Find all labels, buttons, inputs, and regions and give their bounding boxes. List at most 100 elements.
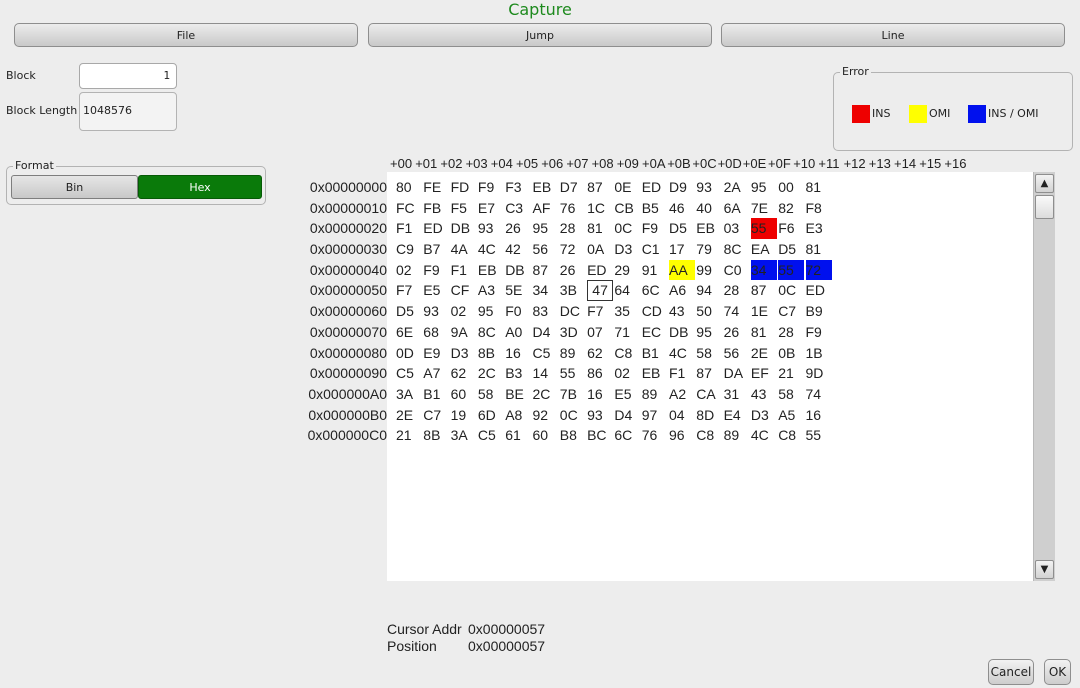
hex-byte[interactable]: 99 (696, 260, 722, 281)
hex-byte[interactable]: FC (396, 198, 422, 219)
hex-byte[interactable]: 00 (778, 177, 804, 198)
hex-byte[interactable]: 55 (778, 259, 805, 281)
hex-byte[interactable]: 81 (806, 177, 832, 198)
hex-byte[interactable]: AF (533, 198, 559, 219)
hex-byte[interactable]: C3 (505, 198, 531, 219)
hex-byte[interactable]: 76 (642, 425, 668, 446)
hex-byte[interactable]: 93 (587, 405, 613, 426)
hex-byte[interactable]: 55 (750, 218, 777, 240)
hex-byte[interactable]: C8 (696, 425, 722, 446)
hex-byte[interactable]: D3 (751, 405, 777, 426)
hex-byte[interactable]: 2A (724, 177, 750, 198)
hex-byte[interactable]: 3B (560, 280, 586, 301)
hex-byte[interactable]: 0C (778, 280, 804, 301)
hex-byte[interactable]: A3 (478, 280, 504, 301)
hex-byte[interactable]: A0 (505, 322, 531, 343)
hex-byte[interactable]: 0C (560, 405, 586, 426)
hex-byte[interactable]: B7 (423, 239, 449, 260)
hex-byte[interactable]: EB (478, 260, 504, 281)
hex-byte[interactable]: CB (614, 198, 640, 219)
hex-byte[interactable]: 72 (805, 259, 832, 281)
hex-byte[interactable]: 9A (451, 322, 477, 343)
hex-byte[interactable]: 8C (478, 322, 504, 343)
hex-byte[interactable]: 58 (696, 343, 722, 364)
hex-byte[interactable]: F8 (806, 198, 832, 219)
hex-byte[interactable]: 29 (614, 260, 640, 281)
line-button[interactable]: Line (721, 23, 1065, 47)
hex-byte[interactable]: 16 (505, 343, 531, 364)
hex-byte[interactable]: 93 (478, 218, 504, 239)
bin-button[interactable]: Bin (11, 175, 138, 199)
hex-byte[interactable]: 03 (724, 218, 750, 239)
hex-byte[interactable]: FB (423, 198, 449, 219)
hex-byte[interactable]: D3 (614, 239, 640, 260)
hex-byte[interactable]: 16 (806, 405, 832, 426)
block-input[interactable]: 1 (79, 63, 177, 89)
hex-byte[interactable]: 61 (505, 425, 531, 446)
hex-byte[interactable]: 71 (614, 322, 640, 343)
hex-byte[interactable]: D5 (778, 239, 804, 260)
hex-byte[interactable]: 87 (751, 280, 777, 301)
hex-byte[interactable]: 6D (478, 405, 504, 426)
hex-byte[interactable]: 86 (587, 363, 613, 384)
hex-byte[interactable]: 56 (533, 239, 559, 260)
hex-byte[interactable]: 95 (751, 177, 777, 198)
hex-byte[interactable]: 02 (451, 301, 477, 322)
hex-byte[interactable]: FE (423, 177, 449, 198)
hex-byte[interactable]: E3 (806, 218, 832, 239)
hex-byte[interactable]: 0B (778, 343, 804, 364)
hex-byte[interactable]: 89 (724, 425, 750, 446)
hex-byte[interactable]: 87 (696, 363, 722, 384)
hex-byte[interactable]: 9D (806, 363, 832, 384)
hex-byte[interactable]: 7E (751, 198, 777, 219)
hex-byte[interactable]: 43 (751, 384, 777, 405)
hex-byte[interactable]: 40 (696, 198, 722, 219)
hex-byte[interactable]: 26 (560, 260, 586, 281)
hex-byte[interactable]: 02 (396, 260, 422, 281)
hex-byte[interactable]: BE (505, 384, 531, 405)
hex-byte[interactable]: 2C (478, 363, 504, 384)
hex-byte[interactable]: 0C (614, 218, 640, 239)
hex-byte[interactable]: C7 (423, 405, 449, 426)
hex-byte[interactable]: 56 (724, 343, 750, 364)
hex-byte[interactable]: 93 (423, 301, 449, 322)
hex-byte[interactable]: 76 (560, 198, 586, 219)
hex-byte[interactable]: D5 (669, 218, 695, 239)
hex-byte[interactable]: A2 (669, 384, 695, 405)
hex-byte[interactable]: F1 (396, 218, 422, 239)
hex-byte[interactable]: CD (642, 301, 668, 322)
hex-byte[interactable]: 43 (669, 301, 695, 322)
hex-byte[interactable]: 2E (751, 343, 777, 364)
hex-byte[interactable]: 6A (724, 198, 750, 219)
hex-byte[interactable]: B5 (642, 198, 668, 219)
hex-byte[interactable]: 3A (451, 425, 477, 446)
hex-byte[interactable]: F6 (778, 218, 804, 239)
hex-byte[interactable]: C8 (778, 425, 804, 446)
hex-byte[interactable]: DB (505, 260, 531, 281)
hex-byte[interactable]: 4A (451, 239, 477, 260)
hex-byte[interactable]: F9 (423, 260, 449, 281)
hex-byte[interactable]: B9 (806, 301, 832, 322)
hex-byte[interactable]: 04 (669, 405, 695, 426)
hex-byte[interactable]: 97 (642, 405, 668, 426)
hex-byte[interactable]: A7 (423, 363, 449, 384)
hex-byte[interactable]: 8B (423, 425, 449, 446)
hex-byte[interactable]: 34 (750, 259, 777, 281)
hex-byte[interactable]: F5 (451, 198, 477, 219)
hex-byte[interactable]: 5E (505, 280, 531, 301)
hex-byte[interactable]: C9 (396, 239, 422, 260)
hex-byte[interactable]: 68 (423, 322, 449, 343)
hex-byte[interactable]: 95 (478, 301, 504, 322)
hex-byte[interactable]: 1E (751, 301, 777, 322)
hex-byte[interactable]: 2E (396, 405, 422, 426)
hex-byte[interactable]: 4C (478, 239, 504, 260)
ok-button[interactable]: OK (1044, 659, 1071, 685)
hex-byte[interactable]: 42 (505, 239, 531, 260)
hex-byte[interactable]: 1B (806, 343, 832, 364)
hex-byte[interactable]: 0A (587, 239, 613, 260)
hex-byte[interactable]: 92 (533, 405, 559, 426)
hex-byte[interactable]: DB (451, 218, 477, 239)
hex-byte[interactable]: 95 (696, 322, 722, 343)
hex-byte[interactable]: C5 (396, 363, 422, 384)
hex-byte[interactable]: 02 (614, 363, 640, 384)
